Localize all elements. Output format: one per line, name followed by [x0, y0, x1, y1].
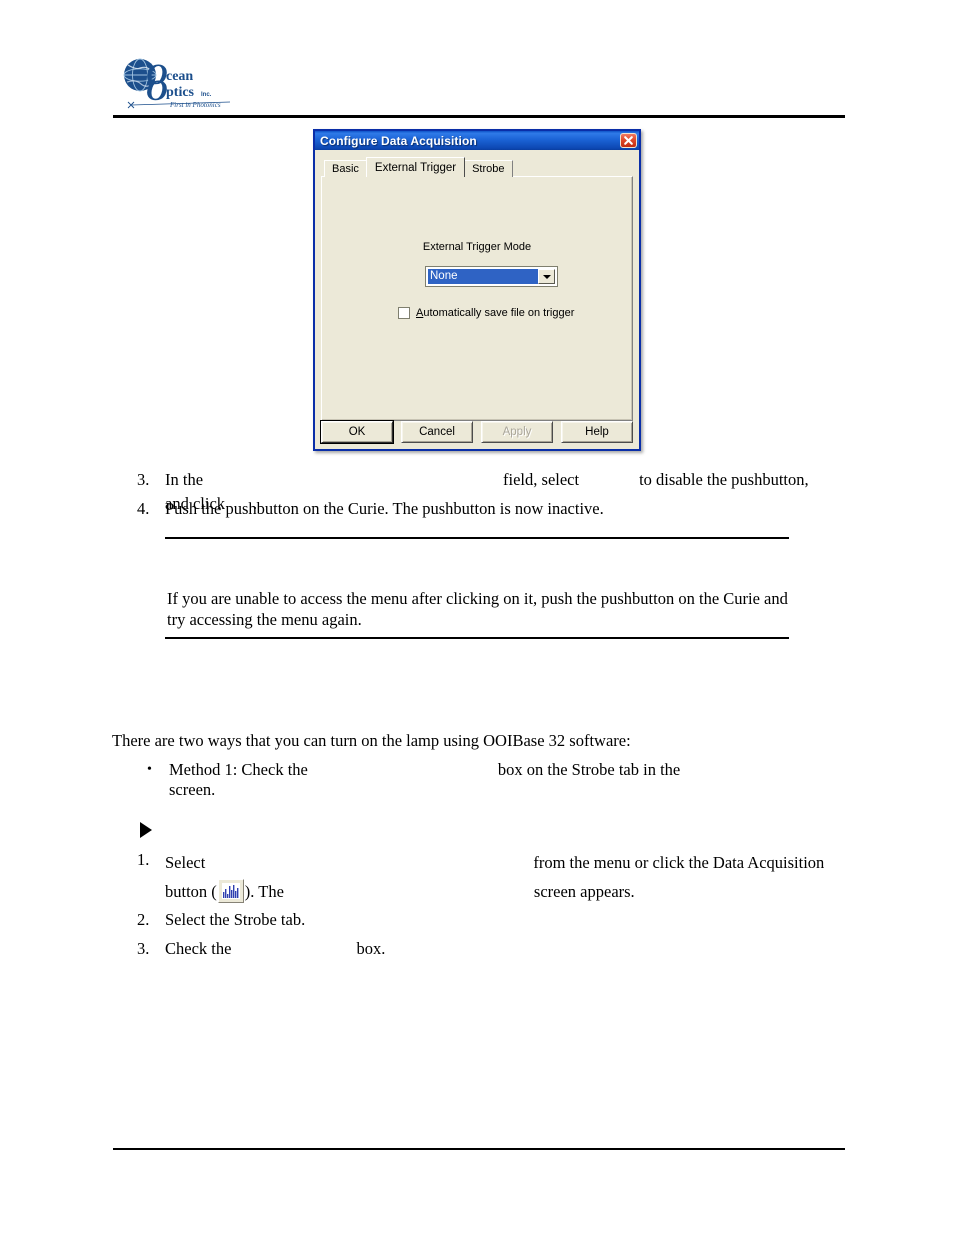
ok-button[interactable]: OK: [320, 420, 394, 444]
cancel-button[interactable]: Cancel: [401, 421, 473, 443]
list-item: • Method 1: Check the box on the Strobe t…: [147, 760, 827, 800]
svg-text:First in Photonics: First in Photonics: [169, 101, 221, 109]
note-bottom-divider: [165, 637, 789, 639]
svg-text:O: O: [146, 74, 168, 107]
list-item-number: 4.: [137, 499, 150, 518]
step1-part3: button (: [165, 882, 217, 901]
external-trigger-mode-label: External Trigger Mode: [422, 241, 532, 253]
apply-button: Apply: [481, 421, 553, 443]
step1-part4: ). The: [244, 882, 284, 901]
list-item-text: Push the pushbutton on the Curie. The pu…: [165, 499, 604, 518]
list-item-number: 1.: [137, 850, 150, 869]
chevron-down-icon[interactable]: [538, 269, 555, 284]
bullet-list: • Method 1: Check the box on the Strobe t…: [147, 760, 827, 800]
step3b-part2: box.: [356, 939, 386, 958]
list-item: 3. Check the box.: [137, 937, 837, 961]
step3-part1: In the: [165, 470, 204, 489]
step1-part5: screen appears.: [533, 882, 635, 901]
bullet-part2: box on the Strobe tab in the: [497, 760, 681, 779]
dialog-titlebar: Configure Data Acquisition: [315, 131, 639, 150]
intro-paragraph: There are two ways that you can turn on …: [112, 731, 631, 750]
list-item: 1. Select from the menu or click the Data…: [137, 848, 837, 906]
list-item: 2. Select the Strobe tab.: [137, 908, 837, 932]
close-icon[interactable]: [620, 133, 637, 148]
footer-divider: [113, 1148, 845, 1150]
external-trigger-tab-panel: External Trigger Mode None Automatically…: [321, 176, 633, 421]
ocean-optics-logo: O cean O ptics Inc. First in Photonics: [118, 58, 230, 110]
help-button[interactable]: Help: [561, 421, 633, 443]
list-item-number: 2.: [137, 910, 150, 929]
bullet-part3: screen.: [169, 780, 216, 799]
dialog-button-bar: OK Cancel Apply Help: [320, 420, 633, 444]
note-top-divider: [165, 537, 789, 539]
configure-data-acquisition-dialog: Configure Data Acquisition Basic Externa…: [313, 129, 641, 451]
autosave-label-rest: utomatically save file on trigger: [423, 307, 575, 319]
list-item: 4. Push the pushbutton on the Curie. The…: [137, 497, 817, 521]
bullet-part1: Method 1: Check the: [169, 760, 308, 779]
dialog-tabstrip: Basic External Trigger Strobe: [321, 157, 633, 177]
tab-external-trigger[interactable]: External Trigger: [365, 157, 466, 177]
list-item-text: Check the box.: [165, 937, 385, 961]
dialog-title: Configure Data Acquisition: [320, 133, 477, 148]
tab-strobe[interactable]: Strobe: [464, 160, 513, 177]
bullet-text: Method 1: Check the box on the Strobe tab…: [169, 760, 680, 800]
autosave-checkbox-label: Automatically save file on trigger: [416, 307, 574, 319]
list-item-text: Select the Strobe tab.: [165, 910, 306, 929]
step3-part2: field, select: [503, 470, 580, 489]
autosave-checkbox[interactable]: [398, 307, 410, 319]
external-trigger-mode-select[interactable]: None: [425, 266, 558, 287]
tab-basic[interactable]: Basic: [324, 160, 367, 177]
svg-text:ptics: ptics: [166, 85, 195, 100]
autosave-checkbox-row[interactable]: Automatically save file on trigger: [398, 307, 574, 319]
list-item-number: 3.: [137, 939, 150, 958]
bullet-marker: •: [147, 762, 152, 777]
note-text: If you are unable to access the menu aft…: [167, 589, 788, 629]
external-trigger-mode-value: None: [428, 269, 538, 284]
dialog-body: Basic External Trigger Strobe External T…: [315, 150, 639, 449]
step3b-part1: Check the: [165, 939, 232, 958]
step1-part1: Select: [165, 853, 206, 872]
step1-part2: from the menu or click the Data Acquisit…: [533, 853, 825, 872]
svg-text:cean: cean: [166, 69, 193, 84]
spectrum-chart-icon[interactable]: [217, 879, 244, 903]
svg-text:Inc.: Inc.: [201, 92, 212, 98]
triangle-right-icon: [140, 822, 152, 838]
header-divider: [113, 115, 845, 118]
list-item-text: Select from the menu or click the Data Ac…: [165, 848, 824, 906]
